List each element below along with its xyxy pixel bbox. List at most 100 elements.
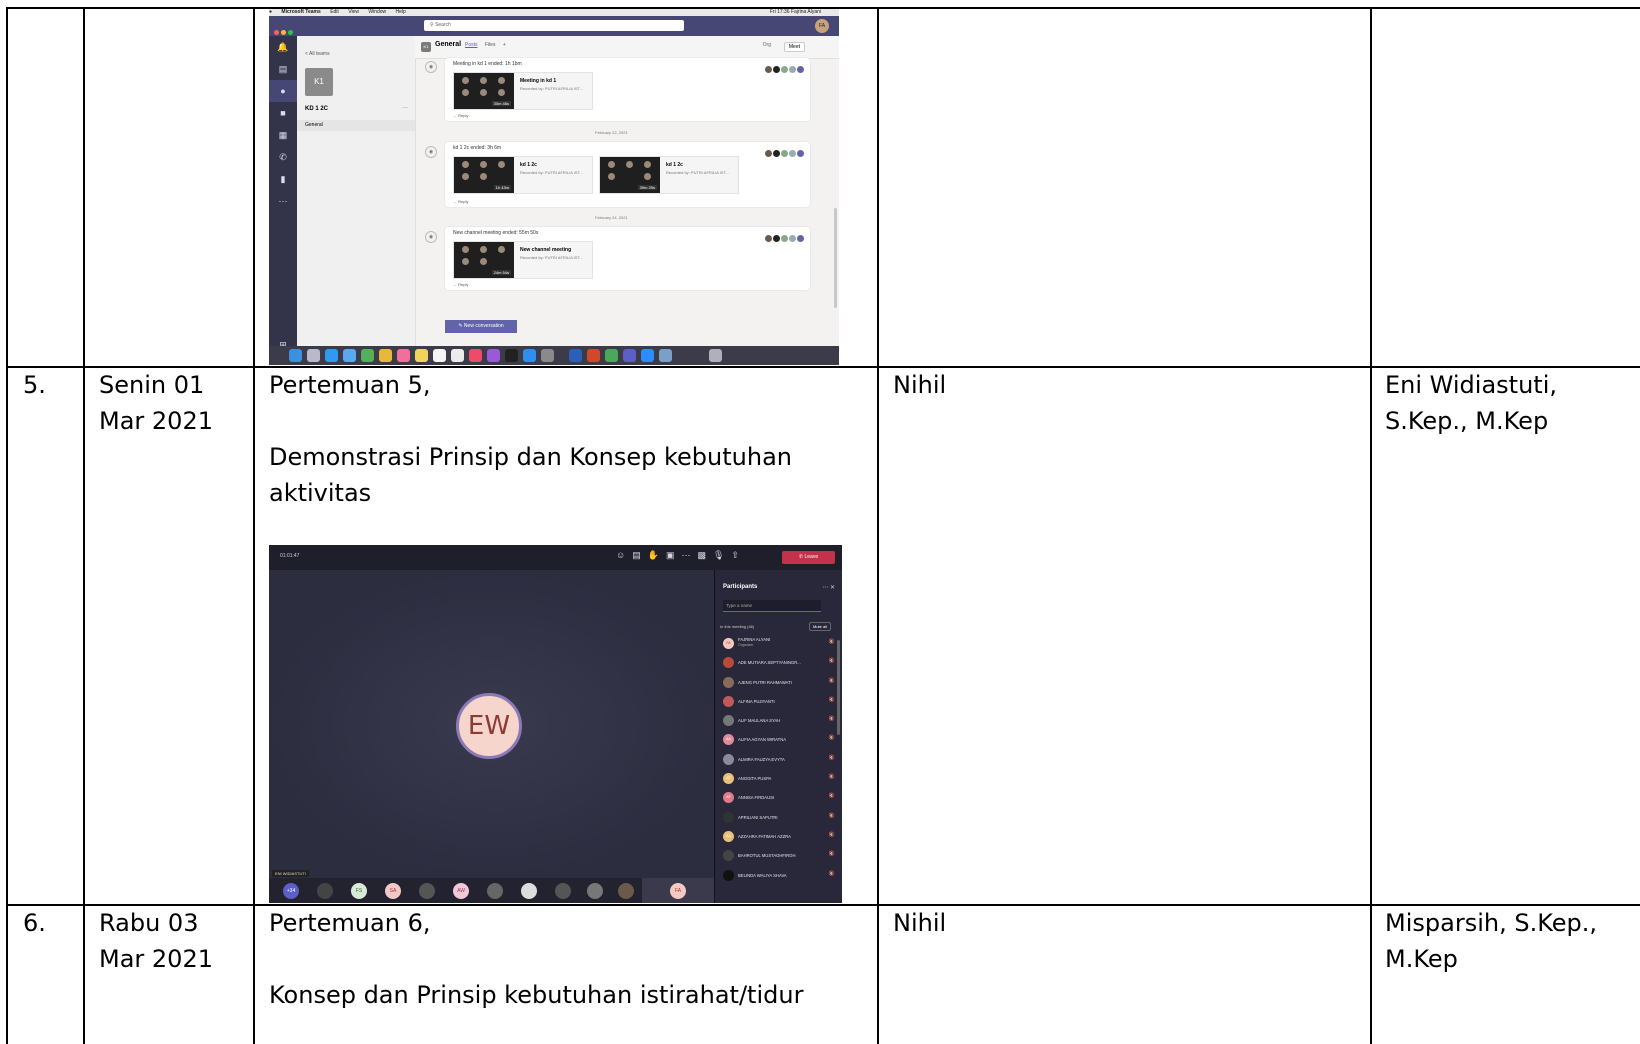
mic-off-icon: 🔇	[828, 870, 835, 877]
files-icon: ▮	[280, 174, 286, 184]
tab-posts: Posts	[465, 42, 478, 48]
avatar: FS	[351, 883, 367, 899]
recording-owner: Recorded by: PUTRI AFRILIA IST...	[666, 170, 729, 175]
avatar	[773, 66, 780, 73]
leave-label: Leave	[804, 554, 819, 560]
leave-button: ✆ Leave	[782, 551, 835, 564]
post-title: New channel meeting ended: 55m 50s	[453, 230, 539, 236]
avatar	[317, 883, 333, 899]
participant-avatar: AP	[723, 773, 734, 785]
chat-icon: ▤	[278, 64, 288, 74]
menu-app: Microsoft Teams	[281, 9, 321, 15]
avatar	[618, 883, 634, 899]
row6-lecturer: Misparsih, S.Kep., M.Kep	[1385, 909, 1597, 973]
participant-avatar	[723, 676, 734, 688]
participant-avatar: AA	[723, 830, 734, 842]
row6-number: 6.	[23, 909, 46, 937]
participant-list: FA FAJRINA ALYANI Organizer 🔇 ADE MUTIARA S…	[723, 634, 835, 885]
panel-title: Participants	[723, 584, 758, 590]
meeting-stage: EW ENI WIDIASTUTI	[269, 570, 714, 878]
teams-search-bar: ⚲ Search	[424, 20, 684, 31]
close-icon: ⋯ ✕	[822, 585, 835, 591]
close-dot-icon	[274, 30, 279, 35]
mic-off-icon: 🔇	[828, 658, 835, 665]
row5-number: 5.	[23, 371, 46, 399]
zoom-icon	[641, 349, 654, 362]
rooms-icon: ▣	[665, 550, 682, 560]
more-icon: ⋯	[681, 550, 698, 560]
participant-avatar	[723, 715, 734, 727]
reply-link: ← Reply	[453, 199, 469, 204]
recording-owner: Recorded by: PUTRI AFRILIA IST...	[520, 255, 583, 260]
row5-obstacle: Nihil	[893, 371, 947, 399]
participant-avatar: FA	[723, 638, 734, 649]
participant-avatars	[764, 229, 804, 247]
recording-duration: 39m 39s	[637, 185, 657, 190]
recording-title: New channel meeting	[520, 247, 572, 253]
post-title: Meeting in kd 1 ended: 1h 1bm	[453, 61, 522, 67]
menu-window: Window	[368, 9, 387, 15]
post-title: kd 1 2c ended: 3h 6m	[453, 145, 502, 151]
new-conversation-button: ✎ New conversation	[445, 320, 517, 333]
mic-off-icon: 🔇	[828, 774, 835, 781]
meet-button: Meet	[783, 42, 805, 52]
participant-avatar	[723, 811, 734, 823]
recording-title: kd 1 2c	[666, 162, 683, 168]
more-icon: ⋯	[278, 196, 288, 206]
avatar	[789, 150, 796, 157]
participant-name: AZZAHRA FATIMAH AZZRA	[738, 833, 791, 839]
participant-avatar	[723, 869, 734, 881]
menubar-status: Fri 17:36 Fajrina Alyani	[769, 9, 821, 15]
mic-off-icon: 🔇	[828, 812, 835, 819]
participant-avatar	[723, 657, 734, 669]
user-avatar: FA	[815, 19, 829, 33]
zoom-dot-icon	[288, 30, 293, 35]
reply-link: ← Reply	[453, 282, 469, 287]
apple-icon: ●	[269, 9, 273, 15]
tab-add: +	[502, 42, 506, 48]
mic-off-icon: 🎙	[712, 550, 732, 560]
mail-icon	[343, 349, 356, 362]
row5-lecturer: Eni Widiastuti, S.Kep., M.Kep	[1385, 371, 1557, 435]
row6-activity-title: Pertemuan 6,	[269, 909, 431, 937]
participant-avatars	[764, 144, 804, 162]
participant-row: BAHROTUL MUSTAGHFIROH 🔇	[723, 846, 835, 865]
date-divider: February 24, 2021	[595, 215, 628, 220]
menu-view: View	[348, 9, 359, 15]
participants-panel: Participants ⋯ ✕ Type a name In this mee…	[714, 570, 842, 903]
mic-off-icon: 🔇	[828, 639, 835, 645]
team-name: KD 1 2C	[305, 106, 329, 112]
participant-row: AF ANNISA FIRDAUSI 🔇	[723, 788, 835, 807]
participant-name: ALIFIA AGYAN WIRATNA	[738, 737, 787, 743]
podcasts-icon	[487, 349, 500, 362]
teams-channel-screenshot: ● Microsoft Teams Edit View Window Help …	[269, 9, 839, 365]
trash-icon	[709, 349, 722, 362]
participant-name: ANNISA FIRDAUSI	[738, 795, 775, 801]
avatar	[781, 235, 788, 242]
participant-row: AP ANGGITA PUSPA 🔇	[723, 769, 835, 788]
chat-icon: ▤	[632, 550, 648, 560]
avatar	[781, 150, 788, 157]
channel-tabs: Posts Files +	[465, 42, 512, 48]
row6-activity-desc: Konsep dan Prinsip kebutuhan istirahat/t…	[269, 981, 804, 1009]
recording-owner: Recorded by: PUTRI AFRILIA IST...	[520, 170, 583, 175]
participant-avatar: AA	[723, 734, 734, 746]
calendar-icon: ▦	[278, 130, 288, 140]
camera-icon: ▩	[697, 550, 713, 560]
mic-off-icon: 🔇	[828, 831, 835, 838]
meeting-topbar: 01:01:47 ☺▤✋▣⋯▩🎙⇧ ✆ Leave	[269, 545, 842, 570]
chrome2-icon	[605, 349, 618, 362]
tab-files: Files	[484, 42, 496, 48]
participant-search-input: Type a name	[723, 600, 821, 612]
overflow-count: +34	[283, 883, 299, 899]
participant-row: APRILIANI SAPUTRI 🔇	[723, 808, 835, 827]
recording-card: 39m 39s kd 1 2c Recorded by: PUTRI AFRIL…	[599, 156, 739, 194]
maps-icon	[361, 349, 374, 362]
meeting-post: Meeting in kd 1 ended: 1h 1bm 30m 46s Me…	[445, 58, 810, 121]
avatar	[587, 883, 603, 899]
reactions-icon: ✋	[647, 550, 666, 560]
minimize-dot-icon	[281, 30, 286, 35]
team-pane: < All teams K1 KD 1 2C ··· General	[297, 36, 416, 346]
table-border-col5	[1370, 8, 1372, 1044]
participant-name: BELINDA WALIYA SHAVA	[738, 872, 787, 878]
